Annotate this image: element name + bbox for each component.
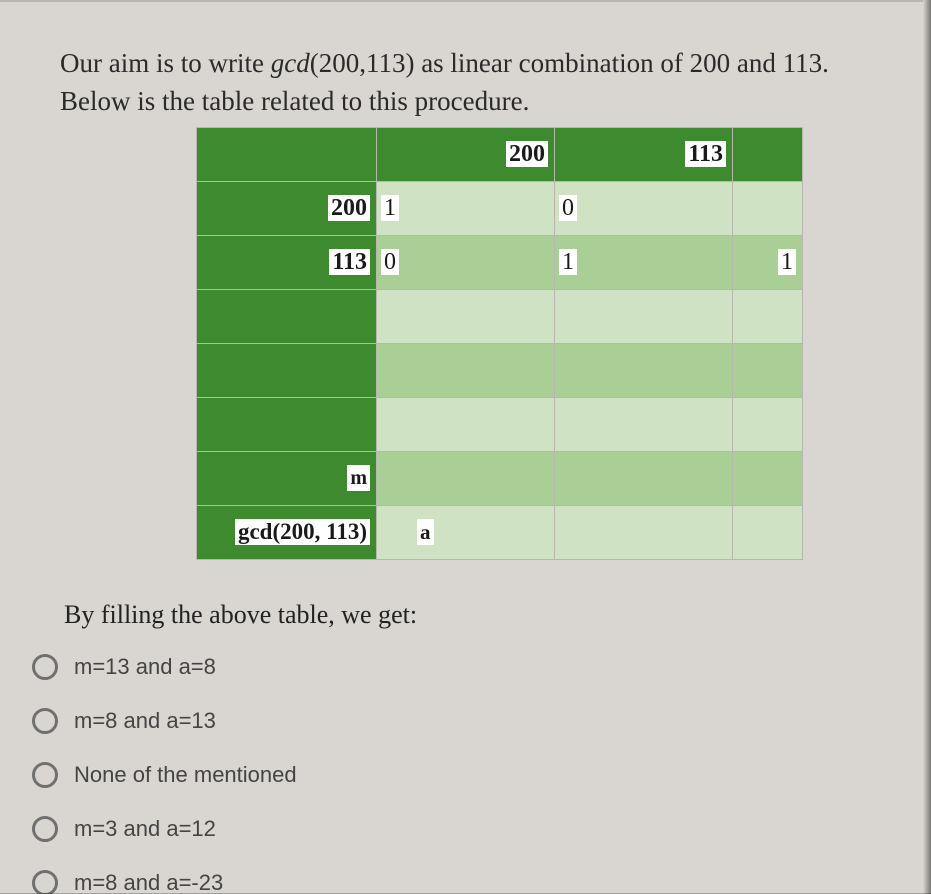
cell [733,505,803,559]
cell: 0 [555,181,733,235]
cell [555,451,733,505]
option-1[interactable]: m=13 and a=8 [32,654,901,680]
cell [377,397,555,451]
row-label-m: m [197,451,377,505]
cell [733,343,803,397]
cell [377,343,555,397]
cell [733,397,803,451]
option-4[interactable]: m=3 and a=12 [32,816,901,842]
row-label-gcd: gcd(200, 113) [197,505,377,559]
table-row [197,397,803,451]
euclid-table: 200 113 200 1 0 113 0 1 1 [196,127,803,560]
cell [555,289,733,343]
option-label: m=13 and a=8 [74,656,216,678]
euclid-table-wrap: 200 113 200 1 0 113 0 1 1 [196,127,901,560]
radio-icon [32,816,58,842]
header-col-113: 113 [555,127,733,181]
answer-options: m=13 and a=8 m=8 and a=13 None of the me… [32,654,901,894]
option-label: None of the mentioned [74,764,297,786]
intro-pre: Our aim is to write [60,48,271,78]
header-blank [197,127,377,181]
intro-args: (200,113) [310,48,415,78]
header-col-q [733,127,803,181]
row-label [197,343,377,397]
cell: 1 [377,181,555,235]
option-label: m=8 and a=-23 [74,872,223,894]
table-row: 113 0 1 1 [197,235,803,289]
question-intro: Our aim is to write gcd(200,113) as line… [60,45,890,121]
cell: 0 [377,235,555,289]
table-header-row: 200 113 [197,127,803,181]
cell [555,397,733,451]
cell [555,343,733,397]
radio-icon [32,762,58,788]
cell: 1 [733,235,803,289]
table-row [197,289,803,343]
cell [733,451,803,505]
table-row: gcd(200, 113) a [197,505,803,559]
radio-icon [32,654,58,680]
cell [555,505,733,559]
radio-icon [32,870,58,894]
option-5[interactable]: m=8 and a=-23 [32,870,901,894]
followup-text: By filling the above table, we get: [64,600,901,630]
cell [733,181,803,235]
table-row [197,343,803,397]
option-label: m=3 and a=12 [74,818,216,840]
cell: 1 [555,235,733,289]
page-edge-right [923,0,931,894]
page-edge-top [0,0,923,2]
row-label [197,289,377,343]
table-row: m [197,451,803,505]
option-2[interactable]: m=8 and a=13 [32,708,901,734]
question-page: Our aim is to write gcd(200,113) as line… [0,0,931,894]
radio-icon [32,708,58,734]
option-3[interactable]: None of the mentioned [32,762,901,788]
row-label: 113 [197,235,377,289]
intro-gcd: gcd [271,48,310,78]
cell-a: a [377,505,555,559]
cell [377,451,555,505]
option-label: m=8 and a=13 [74,710,216,732]
cell [733,289,803,343]
row-label: 200 [197,181,377,235]
header-col-200: 200 [377,127,555,181]
table-row: 200 1 0 [197,181,803,235]
row-label [197,397,377,451]
cell [377,289,555,343]
